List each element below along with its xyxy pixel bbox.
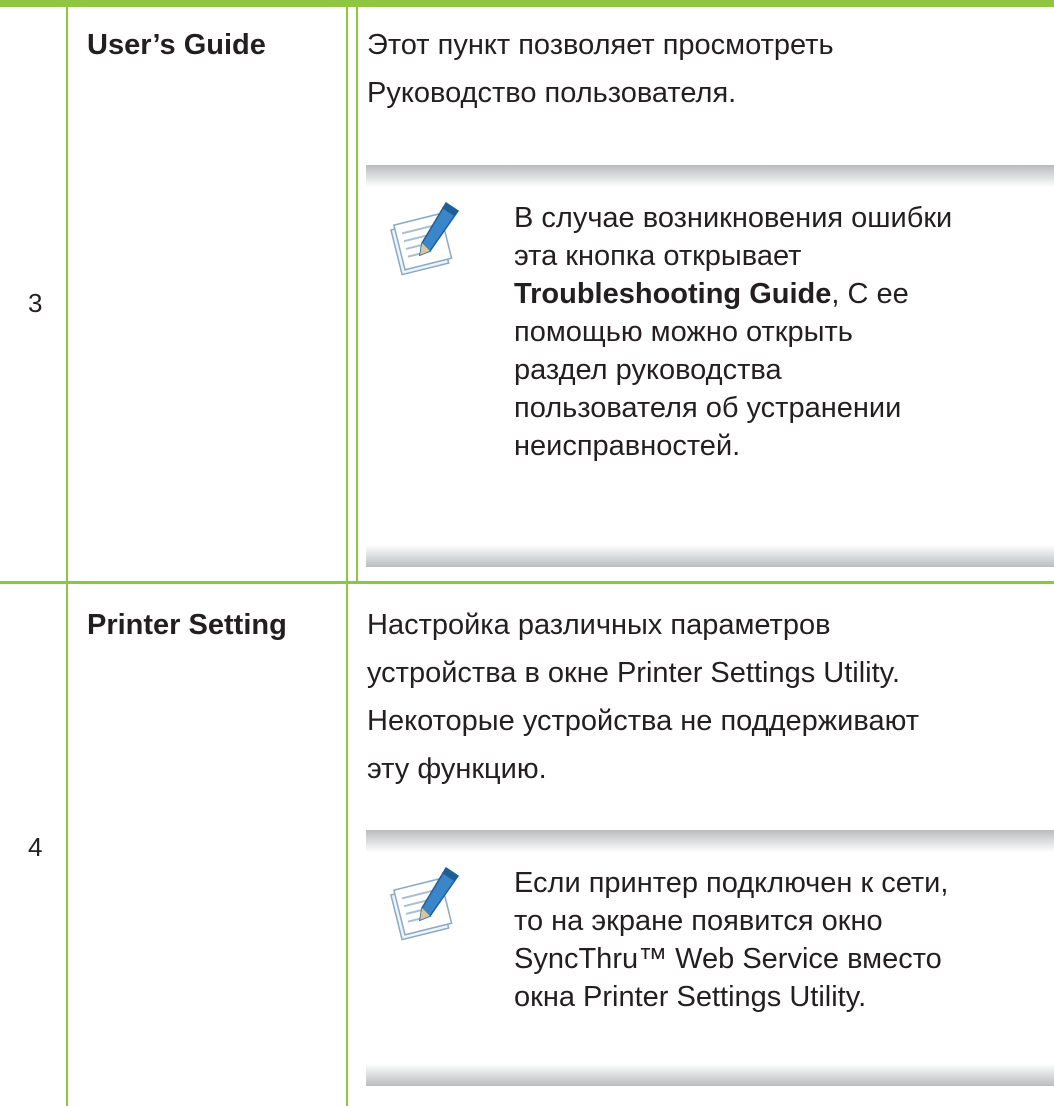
- table-top-rule: [0, 0, 1054, 7]
- note-box: Если принтер подключен к сети, то на экр…: [366, 830, 1054, 1086]
- note-line: SyncThru™ Web Service вместо: [514, 943, 942, 975]
- feature-description: Настройка различных параметров устройств…: [367, 601, 919, 793]
- note-line: неисправностей.: [514, 430, 741, 462]
- guide-name: Troubleshooting Guide: [514, 278, 832, 310]
- row-number: 3: [28, 288, 43, 318]
- row-divider: [0, 581, 1054, 584]
- description-line: устройства в окне Printer Settings Utili…: [367, 657, 901, 689]
- description-line: Этот пункт позволяет просмотреть: [367, 29, 834, 61]
- note-top-bar: [366, 830, 1054, 852]
- column-divider-middle: [346, 7, 348, 1106]
- note-top-bar: [366, 165, 1054, 187]
- note-line: раздел руководства: [514, 354, 782, 386]
- column-divider-left: [66, 7, 68, 1106]
- note-pencil-icon: [390, 201, 460, 276]
- note-bottom-bar: [366, 1064, 1054, 1086]
- note-line: эта кнопка открывает: [514, 240, 802, 272]
- description-line: Некоторые устройства не поддерживают: [367, 705, 919, 737]
- note-text: В случае возникновения ошибки эта кнопка…: [514, 199, 952, 465]
- note-line: Troubleshooting Guide, С ее: [514, 275, 952, 313]
- row-number: 4: [28, 832, 43, 862]
- note-line: окна Printer Settings Utility.: [514, 981, 867, 1013]
- manual-table: 3 User’s Guide Этот пункт позволяет прос…: [0, 0, 1054, 1106]
- feature-name: Printer Setting: [87, 609, 287, 641]
- description-line: Настройка различных параметров: [367, 609, 831, 641]
- note-box: В случае возникновения ошибки эта кнопка…: [366, 165, 1054, 567]
- feature-name: User’s Guide: [87, 29, 266, 61]
- note-text: Если принтер подключен к сети, то на экр…: [514, 864, 948, 1016]
- note-bottom-bar: [366, 545, 1054, 567]
- description-divider: [356, 7, 358, 582]
- note-line: Если принтер подключен к сети,: [514, 867, 949, 899]
- description-line: эту функцию.: [367, 753, 547, 785]
- note-pencil-icon: [390, 866, 460, 941]
- note-line: пользователя об устранении: [514, 392, 902, 424]
- note-line: В случае возникновения ошибки: [514, 202, 953, 234]
- description-line: Руководство пользователя.: [367, 77, 737, 109]
- note-line: помощью можно открыть: [514, 316, 853, 348]
- feature-description: Этот пункт позволяет просмотреть Руковод…: [367, 21, 834, 117]
- note-line-rest: , С ее: [831, 278, 909, 310]
- note-line: то на экране появится окно: [514, 905, 883, 937]
